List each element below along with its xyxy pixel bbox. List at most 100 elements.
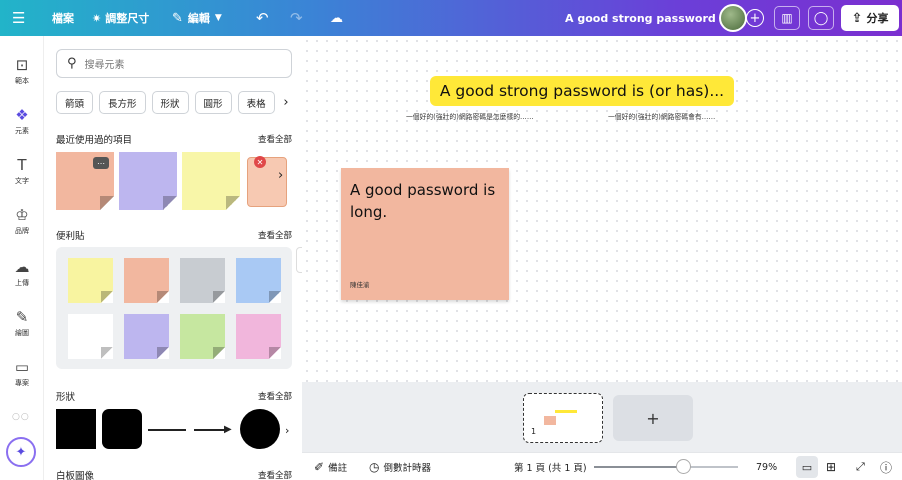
file-menu-button[interactable]: 檔案 <box>52 0 74 36</box>
grid-view-icon[interactable]: ⊞ <box>826 453 836 480</box>
chevron-right-icon[interactable]: › <box>278 91 294 114</box>
share-button[interactable]: ⇪ 分享 <box>841 5 899 31</box>
chip-circle[interactable]: 圓形 <box>194 91 232 114</box>
document-title[interactable]: A good strong password is... <box>565 0 742 36</box>
page-thumbnail[interactable]: 1 <box>523 393 603 443</box>
edit-mode-button[interactable]: ✎ 編輯 ▼ <box>172 0 222 36</box>
add-page-button[interactable]: + <box>613 395 693 441</box>
arrow-shape[interactable] <box>194 429 228 431</box>
rail-item-label: 上傳 <box>15 279 29 287</box>
sticky-note[interactable] <box>124 258 169 303</box>
left-rail: ⊡ 範本 ❖ 元素 T 文字 ♔ 品牌 ☁ 上傳 ✎ 繪圖 ▭ 專案 ○○ ✦ <box>0 36 44 480</box>
sparkle-icon: ✷ <box>92 11 102 25</box>
elements-panel: ⚲ 搜尋元素 箭頭 長方形 形狀 圓形 表格 › 最近使用過的項目 查看全部 ⋯… <box>44 36 302 480</box>
thumb-title <box>555 410 577 413</box>
brand-icon: ♔ <box>15 206 29 224</box>
chip-arrows[interactable]: 箭頭 <box>56 91 94 114</box>
help-icon[interactable]: ⓘ <box>880 453 892 480</box>
filter-chips: 箭頭 長方形 形狀 圓形 表格 <box>56 91 281 114</box>
sticky-title: 便利貼 <box>56 231 85 242</box>
square-shape[interactable] <box>56 409 96 449</box>
zoom-level[interactable]: 79% <box>756 453 777 480</box>
line-shape[interactable] <box>148 429 186 431</box>
recent-title: 最近使用過的項目 <box>56 135 133 146</box>
rail-item-draw[interactable]: ✎ 繪圖 <box>0 308 44 338</box>
page-view-icon[interactable]: ▭ <box>796 456 818 478</box>
zoom-slider-handle[interactable] <box>676 459 692 474</box>
comment-icon[interactable]: ◯ <box>808 6 834 30</box>
avatar[interactable] <box>719 4 747 32</box>
page-number: 1 <box>531 427 537 436</box>
sticky-note[interactable] <box>236 258 281 303</box>
recent-see-all[interactable]: 查看全部 <box>258 133 292 145</box>
cloud-saved-icon[interactable]: ☁ <box>330 0 343 36</box>
chip-shapes[interactable]: 形狀 <box>151 91 189 114</box>
circle-shape[interactable] <box>240 409 280 449</box>
text-icon: T <box>17 156 27 174</box>
bottom-bar: ✐ 備註 ◷ 倒數計時器 第 1 頁 (共 1 頁) 79% ▭ ⊞ ⤢ ⓘ <box>302 452 902 480</box>
chevron-right-icon[interactable]: › <box>278 168 283 183</box>
redo-icon[interactable]: ↷ <box>290 0 303 36</box>
rounded-square-shape[interactable] <box>102 409 142 449</box>
page-indicator[interactable]: 第 1 頁 (共 1 頁) <box>514 453 587 480</box>
more-options-icon[interactable]: ⋯ <box>93 157 109 169</box>
sticky-note[interactable] <box>180 314 225 359</box>
upload-icon: ☁ <box>14 258 30 276</box>
rail-item-text[interactable]: T 文字 <box>0 156 44 186</box>
recent-sticky-note[interactable] <box>182 152 240 210</box>
sticky-note[interactable] <box>124 314 169 359</box>
share-label: 分享 <box>866 12 889 25</box>
apps-icon[interactable]: ○○ <box>12 412 30 422</box>
sticky-note[interactable] <box>180 258 225 303</box>
whiteboard-see-all[interactable]: 查看全部 <box>258 469 292 480</box>
canvas-sticky-note[interactable]: A good password is long. 陳佳渝 <box>341 168 509 300</box>
search-placeholder: 搜尋元素 <box>84 60 125 71</box>
chip-table[interactable]: 表格 <box>237 91 275 114</box>
zoom-slider-fill <box>594 466 684 468</box>
arrow-head-icon: ▶ <box>224 424 232 435</box>
notes-label: 備註 <box>328 463 348 474</box>
thumb-note <box>544 416 556 425</box>
sticky-note[interactable] <box>68 258 113 303</box>
chevron-right-icon[interactable]: › <box>285 424 289 437</box>
recent-sticky-note[interactable] <box>119 152 177 210</box>
rail-item-label: 元素 <box>15 127 29 135</box>
sticky-note-author: 陳佳渝 <box>350 281 370 289</box>
chevron-down-icon: ▼ <box>214 13 222 23</box>
notes-button[interactable]: ✐ 備註 <box>314 453 347 480</box>
sticky-note[interactable] <box>68 314 113 359</box>
rail-item-brand[interactable]: ♔ 品牌 <box>0 206 44 236</box>
canvas-title[interactable]: A good strong password is (or has)... <box>430 76 734 106</box>
add-collaborator-button[interactable]: + <box>746 9 764 27</box>
undo-icon[interactable]: ↶ <box>256 0 269 36</box>
search-input[interactable]: ⚲ 搜尋元素 <box>56 49 292 78</box>
magic-sparkle-icon[interactable]: ✦ <box>6 437 36 467</box>
rail-item-projects[interactable]: ▭ 專案 <box>0 358 44 388</box>
fullscreen-icon[interactable]: ⤢ <box>856 453 865 480</box>
share-icon: ⇪ <box>851 10 863 26</box>
draw-icon: ✎ <box>15 308 29 326</box>
rail-item-templates[interactable]: ⊡ 範本 <box>0 56 44 86</box>
close-icon: ✕ <box>254 156 266 168</box>
canvas-subtitle-left[interactable]: 一個好的(強壯的)網路密碼是怎麼樣的…… <box>406 111 534 121</box>
rail-item-elements[interactable]: ❖ 元素 <box>0 106 44 136</box>
resize-label: 調整尺寸 <box>105 12 150 25</box>
insights-icon[interactable]: ▥ <box>774 6 800 30</box>
search-icon: ⚲ <box>67 56 77 71</box>
template-icon: ⊡ <box>15 56 29 74</box>
timer-button[interactable]: ◷ 倒數計時器 <box>369 453 431 480</box>
rail-item-label: 範本 <box>15 77 29 85</box>
shapes-see-all[interactable]: 查看全部 <box>258 390 292 402</box>
menu-icon[interactable]: ☰ <box>12 0 25 36</box>
projects-icon: ▭ <box>14 358 30 376</box>
chip-rectangle[interactable]: 長方形 <box>99 91 146 114</box>
sticky-see-all[interactable]: 查看全部 <box>258 229 292 241</box>
rail-item-label: 文字 <box>15 177 29 185</box>
shapes-title: 形狀 <box>56 392 76 403</box>
canvas-subtitle-right[interactable]: 一個好的(強壯的)網路密碼會有…… <box>608 111 715 121</box>
sticky-note[interactable] <box>236 314 281 359</box>
rail-item-label: 專案 <box>15 379 29 387</box>
whiteboard-title: 白板圖像 <box>56 471 95 480</box>
rail-item-uploads[interactable]: ☁ 上傳 <box>0 258 44 288</box>
resize-button[interactable]: ✷ 調整尺寸 <box>92 0 149 36</box>
